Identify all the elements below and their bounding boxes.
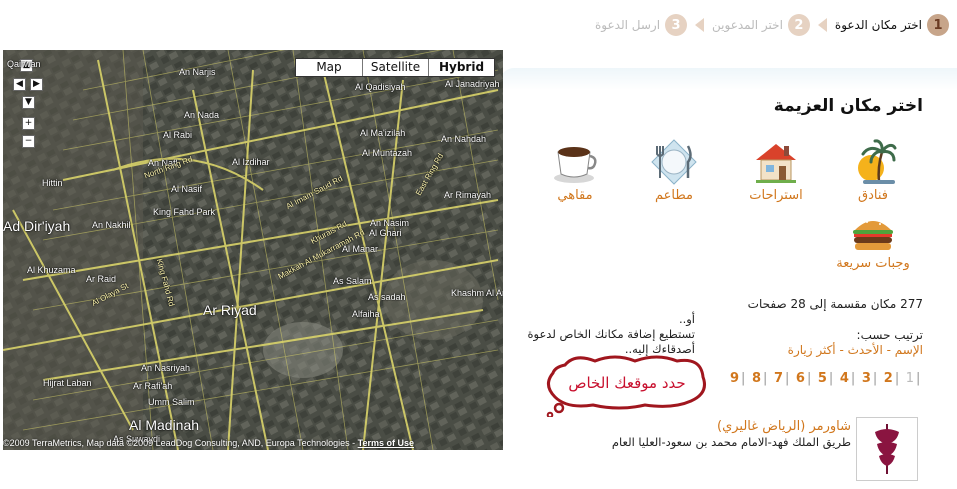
map-label: Hittin [42, 178, 63, 188]
page-link-2[interactable]: 2 [882, 371, 895, 386]
terms-of-use-link[interactable]: Terms of Use [358, 438, 414, 448]
custom-location-hint: أو.. تستطيع إضافة مكانك الخاص لدعوة أصدق… [495, 312, 695, 357]
map-label: Al Nasif [171, 184, 203, 194]
map-label: Al Janadriyah [445, 79, 500, 89]
map-label: Qairwan [7, 59, 41, 69]
map-label: Hijrat Laban [43, 378, 92, 388]
step-1[interactable]: 1 اختر مكان الدعوة [835, 14, 949, 36]
map-label: Al Qadisiyah [355, 82, 406, 92]
result-address: طريق الملك فهد-الامام محمد بن سعود-العلي… [611, 435, 851, 449]
steps-bar: 1 اختر مكان الدعوة 2 اختر المدعوين 3 ارس… [595, 12, 949, 38]
page-link-4[interactable]: 4 [838, 371, 851, 386]
map-imagery [3, 50, 503, 450]
sort-by-name-link[interactable]: الإسم [895, 343, 923, 357]
map-label: Ar Rafi'ah [133, 381, 173, 391]
page-current-1: 1 [905, 371, 915, 386]
map-label: Ar Riyad [203, 302, 257, 318]
map-label: Al Madinah [129, 417, 200, 433]
step-arrow-icon [817, 18, 827, 32]
map-type-switcher: Map Satellite Hybrid [295, 58, 495, 77]
shawarma-logo-icon [875, 424, 899, 474]
page-link-6[interactable]: 6 [794, 371, 807, 386]
step-1-label: اختر مكان الدعوة [834, 18, 922, 32]
map-type-map-button[interactable]: Map [296, 59, 362, 76]
coffee-cup-icon [554, 147, 597, 183]
map-label: Al Ghari [369, 228, 402, 238]
sort-by-most-visited-link[interactable]: أكثر زيارة [788, 343, 836, 357]
page-link-8[interactable]: 8 [750, 371, 763, 386]
map-label: As sadah [368, 292, 406, 302]
map-label: An Nahdah [441, 134, 487, 144]
hint-text: تستطيع إضافة مكانك الخاص لدعوة أصدقاءك إ… [527, 327, 695, 356]
step-2-label: اختر المدعوين [712, 18, 783, 32]
category-fast-food-label: وجبات سريعة [836, 256, 910, 271]
define-custom-location-button[interactable]: حدد موقعك الخاص [545, 374, 709, 392]
category-hotels-label: فنادق [858, 188, 888, 203]
palm-tree-icon [858, 139, 897, 184]
map-label: An Nasriyah [141, 363, 191, 373]
panel-title: اختر مكان العزيمة [773, 96, 923, 116]
map-label: An Nada [184, 110, 220, 120]
step-2-number: 2 [787, 14, 810, 36]
sort-separator: - [835, 343, 848, 357]
map-type-satellite-button[interactable]: Satellite [362, 59, 428, 76]
burger-icon [853, 219, 893, 250]
map-label: Al Muntazah [362, 148, 413, 158]
pagination: 9 | 8 | 7 | 6 | 5 | 4 | 3 | 2 | 1 | [728, 371, 921, 386]
page-link-5[interactable]: 5 [816, 371, 829, 386]
results-count: 277 مكان مقسمة إلى 28 صفحات [747, 297, 923, 311]
map-label: Al Khuzama [27, 265, 76, 275]
map-label: As Salam [333, 276, 372, 286]
step-3-label: ارسل الدعوة [595, 18, 661, 32]
map-type-hybrid-button[interactable]: Hybrid [428, 59, 494, 76]
page-link-3[interactable]: 3 [860, 371, 873, 386]
map-label: Khashm Al An [451, 288, 503, 298]
map-label: Al Rabi [163, 130, 193, 140]
category-cafes[interactable]: مقاهي [535, 138, 615, 203]
map-copyright: ©2009 TerraMetrics, Map data ©2009 LeadD… [3, 438, 414, 448]
map-label: An Narjis [179, 67, 216, 77]
step-1-number: 1 [927, 14, 949, 36]
map-label: Umm Salim [148, 397, 195, 407]
step-3-number: 3 [665, 14, 688, 36]
map-label: Ar Raid [86, 274, 117, 284]
pan-down-icon[interactable]: ▼ [22, 96, 35, 109]
map-label: King Fahd Park [153, 207, 216, 217]
map-label: Ad Dir'iyah [3, 218, 71, 234]
result-name-link[interactable]: شاورمر (الرياض غاليري) [717, 419, 851, 434]
category-fast-food[interactable]: وجبات سريعة [833, 212, 913, 271]
map-label: Al Izdihar [232, 157, 270, 167]
hint-or: أو.. [678, 312, 695, 326]
category-rest-houses[interactable]: استراحات [736, 138, 816, 203]
category-restaurants-label: مطاعم [655, 188, 693, 203]
map-label: Ar Rimayah [444, 190, 492, 200]
map-label: Al Ma'izilah [360, 128, 406, 138]
category-hotels[interactable]: فنادق [833, 138, 913, 203]
category-rest-houses-label: استراحات [749, 188, 803, 203]
page-link-9[interactable]: 9 [728, 371, 741, 386]
zoom-in-icon[interactable]: + [22, 117, 35, 130]
sort-separator: - [882, 343, 895, 357]
category-cafes-label: مقاهي [557, 188, 593, 203]
sort-by-newest-link[interactable]: الأحدث [848, 343, 883, 357]
sort-label: ترتيب حسب: [856, 328, 923, 342]
pan-left-icon[interactable]: ◀ [13, 78, 26, 91]
panel-header-band [500, 68, 957, 90]
page-link-7[interactable]: 7 [772, 371, 785, 386]
map-label: An Nakhil [92, 220, 131, 230]
fork-knife-plate-icon [651, 139, 697, 185]
map-label: An Nasim [370, 218, 410, 228]
sort-options: الإسم - الأحدث - أكثر زيارة [788, 343, 923, 357]
map-label: Alfaiha [352, 309, 380, 319]
category-restaurants[interactable]: مطاعم [634, 138, 714, 203]
step-2[interactable]: 2 اختر المدعوين [712, 14, 810, 36]
step-3[interactable]: 3 ارسل الدعوة [595, 14, 688, 36]
map-copyright-text: ©2009 TerraMetrics, Map data ©2009 LeadD… [3, 438, 358, 448]
map-view[interactable]: Map Satellite Hybrid ▲ ◀ ▶ ▼ + − Qairwan… [3, 50, 503, 450]
pan-right-icon[interactable]: ▶ [30, 78, 43, 91]
result-thumbnail[interactable] [856, 417, 918, 481]
house-icon [756, 144, 796, 183]
zoom-out-icon[interactable]: − [22, 135, 35, 148]
step-arrow-icon [695, 18, 705, 32]
